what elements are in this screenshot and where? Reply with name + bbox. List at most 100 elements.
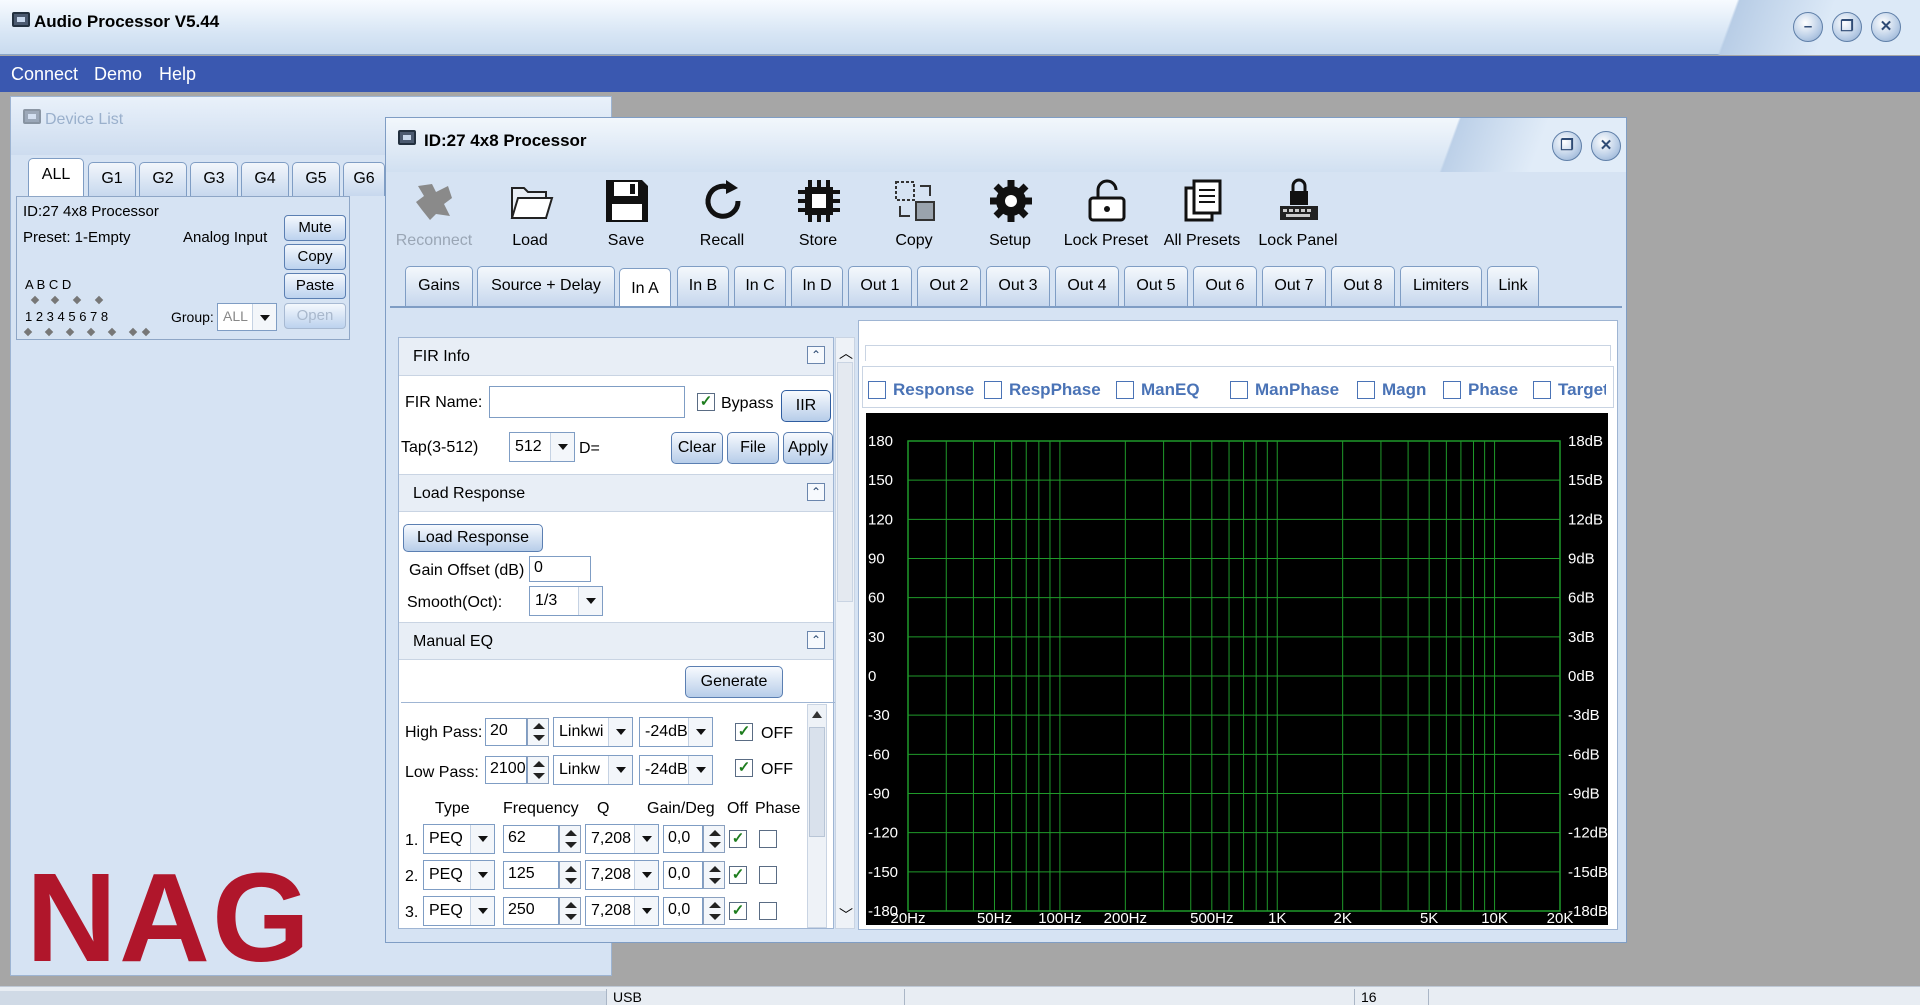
minimize-icon[interactable]: – — [1793, 12, 1823, 42]
iir-button[interactable]: IIR — [781, 390, 831, 422]
legend-phase-checkbox[interactable] — [1443, 381, 1461, 399]
mute-button[interactable]: Mute — [284, 215, 346, 241]
low-pass-off-checkbox[interactable]: ✓ — [735, 759, 753, 777]
high-pass-type-select[interactable]: Linkwi — [553, 717, 633, 747]
tab-out-5[interactable]: Out 5 — [1124, 266, 1188, 306]
high-pass-off-checkbox[interactable]: ✓ — [735, 723, 753, 741]
open-button[interactable]: Open — [284, 303, 346, 329]
scroll-up-icon[interactable] — [812, 711, 822, 718]
collapse-icon[interactable]: ⌃ — [807, 631, 825, 649]
band-gain-spinner[interactable] — [703, 825, 725, 853]
tab-out-3[interactable]: Out 3 — [986, 266, 1050, 306]
tab-g3[interactable]: G3 — [190, 162, 238, 196]
tab-g1[interactable]: G1 — [88, 162, 136, 196]
lock-preset-button[interactable]: Lock Preset — [1058, 172, 1154, 258]
tab-all[interactable]: ALL — [28, 158, 84, 196]
tab-out-2[interactable]: Out 2 — [917, 266, 981, 306]
tap-select[interactable]: 512 — [509, 432, 575, 462]
tab-g2[interactable]: G2 — [139, 162, 187, 196]
band-gain-input[interactable]: 0,0 — [663, 897, 703, 925]
generate-button[interactable]: Generate — [685, 666, 783, 698]
reconnect-button[interactable]: Reconnect — [386, 172, 482, 258]
low-pass-freq-spinner[interactable] — [527, 756, 549, 784]
band-gain-spinner[interactable] — [703, 897, 725, 925]
file-button[interactable]: File — [727, 432, 779, 464]
scroll-down-icon[interactable]: ﹀ — [839, 908, 853, 922]
menu-demo[interactable]: Demo — [94, 64, 142, 85]
band-type-select[interactable]: PEQ — [423, 824, 495, 854]
load-response-header[interactable]: Load Response ⌃ — [399, 474, 833, 512]
band-gain-input[interactable]: 0,0 — [663, 861, 703, 889]
collapse-icon[interactable]: ⌃ — [807, 483, 825, 501]
legend-target-checkbox[interactable] — [1533, 381, 1551, 399]
low-pass-slope-select[interactable]: -24dB — [639, 755, 713, 785]
tab-out-1[interactable]: Out 1 — [848, 266, 912, 306]
band-type-select[interactable]: PEQ — [423, 860, 495, 890]
tab-link[interactable]: Link — [1487, 266, 1539, 306]
load-response-button[interactable]: Load Response — [403, 524, 543, 552]
setup-button[interactable]: Setup — [962, 172, 1058, 258]
band-phase-checkbox[interactable] — [759, 830, 777, 848]
band-type-select[interactable]: PEQ — [423, 896, 495, 926]
low-pass-type-select[interactable]: Linkw — [553, 755, 633, 785]
tab-gains[interactable]: Gains — [405, 266, 473, 306]
band-phase-checkbox[interactable] — [759, 902, 777, 920]
band-q-select[interactable]: 7,208 — [585, 860, 659, 890]
tab-g4[interactable]: G4 — [241, 162, 289, 196]
clear-button[interactable]: Clear — [671, 432, 723, 464]
tab-source-delay[interactable]: Source + Delay — [477, 266, 615, 306]
tab-in-b[interactable]: In B — [677, 266, 729, 306]
load-button[interactable]: Load — [482, 172, 578, 258]
tab-out-4[interactable]: Out 4 — [1055, 266, 1119, 306]
copy-button[interactable]: Copy — [284, 244, 346, 270]
band-frequency-spinner[interactable] — [559, 897, 581, 925]
legend-response-checkbox[interactable] — [868, 381, 886, 399]
all-presets-button[interactable]: All Presets — [1154, 172, 1250, 258]
high-pass-freq-spinner[interactable] — [527, 718, 549, 746]
band-frequency-input[interactable]: 125 — [503, 861, 559, 889]
band-frequency-spinner[interactable] — [559, 861, 581, 889]
tab-limiters[interactable]: Limiters — [1400, 266, 1482, 306]
legend-respphase-checkbox[interactable] — [984, 381, 1002, 399]
close-icon[interactable]: ✕ — [1871, 12, 1901, 42]
bypass-checkbox[interactable]: ✓ — [697, 393, 715, 411]
high-pass-slope-select[interactable]: -24dB — [639, 717, 713, 747]
tab-in-c[interactable]: In C — [734, 266, 786, 306]
smooth-select[interactable]: 1/3 — [529, 586, 603, 616]
band-off-checkbox[interactable]: ✓ — [729, 830, 747, 848]
band-off-checkbox[interactable]: ✓ — [729, 902, 747, 920]
legend-magn-checkbox[interactable] — [1357, 381, 1375, 399]
tab-g5[interactable]: G5 — [292, 162, 340, 196]
lock-panel-button[interactable]: Lock Panel — [1250, 172, 1346, 258]
band-q-select[interactable]: 7,208 — [585, 896, 659, 926]
tab-out-8[interactable]: Out 8 — [1331, 266, 1395, 306]
group-select[interactable]: ALL — [217, 303, 277, 331]
frequency-response-chart[interactable]: 180 18dB 150 15dB 120 12dB 90 9dB 60 6dB 30 3dB 0 0dB… — [866, 413, 1608, 925]
band-frequency-input[interactable]: 62 — [503, 825, 559, 853]
paste-button[interactable]: Paste — [284, 273, 346, 299]
tab-out-6[interactable]: Out 6 — [1193, 266, 1257, 306]
band-gain-input[interactable]: 0,0 — [663, 825, 703, 853]
tab-out-7[interactable]: Out 7 — [1262, 266, 1326, 306]
scroll-thumb[interactable] — [809, 727, 825, 837]
eq-list-scrollbar[interactable] — [807, 704, 827, 928]
restore-icon[interactable]: ❐ — [1552, 131, 1582, 161]
apply-button[interactable]: Apply — [783, 432, 833, 464]
tab-in-d[interactable]: In D — [791, 266, 843, 306]
close-icon[interactable]: ✕ — [1591, 131, 1621, 161]
copy-button[interactable]: Copy — [866, 172, 962, 258]
tab-in-a[interactable]: In A — [619, 268, 671, 308]
recall-button[interactable]: Recall — [674, 172, 770, 258]
band-frequency-spinner[interactable] — [559, 825, 581, 853]
legend-maneq-checkbox[interactable] — [1116, 381, 1134, 399]
tab-g6[interactable]: G6 — [343, 162, 385, 196]
band-gain-spinner[interactable] — [703, 861, 725, 889]
fir-name-input[interactable] — [489, 386, 685, 418]
legend-manphase-checkbox[interactable] — [1230, 381, 1248, 399]
low-pass-freq[interactable]: 21000 — [485, 756, 527, 784]
left-pane-scrollbar[interactable]: ︿ ﹀ — [835, 337, 855, 929]
menu-connect[interactable]: Connect — [11, 64, 78, 85]
band-phase-checkbox[interactable] — [759, 866, 777, 884]
band-frequency-input[interactable]: 250 — [503, 897, 559, 925]
menu-help[interactable]: Help — [159, 64, 196, 85]
